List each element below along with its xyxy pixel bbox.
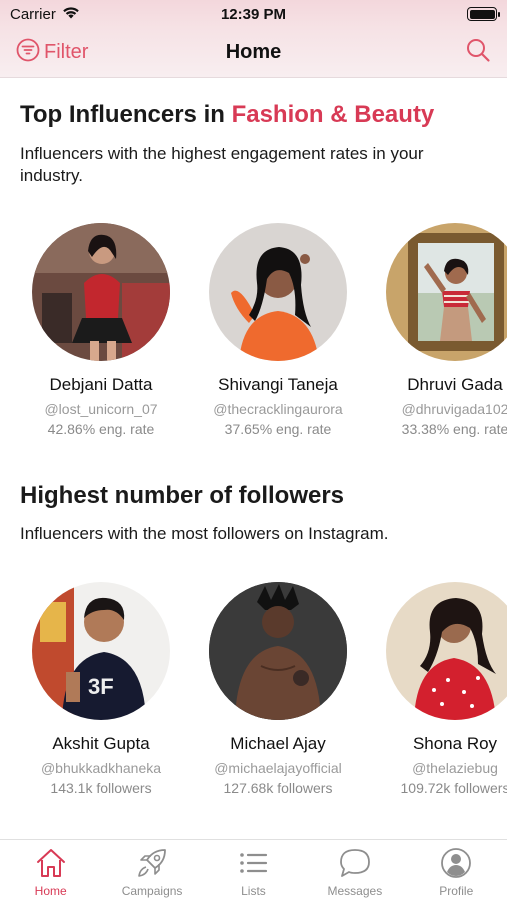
influencer-name: Akshit Gupta (52, 734, 150, 753)
influencer-name: Debjani Datta (49, 375, 153, 394)
carrier-label: Carrier (10, 5, 56, 23)
wifi-icon (62, 5, 80, 23)
influencer-handle: @michaelajayofficial (214, 760, 342, 776)
influencer-handle: @lost_unicorn_07 (44, 401, 158, 417)
influencer-card[interactable]: 3F Akshit Gupta @bhukkadkhaneka 143.1k f… (16, 582, 186, 796)
avatar (209, 582, 347, 720)
section-title-highest-followers: Highest number of followers (20, 482, 344, 510)
influencer-engagement-rate: 42.86% eng. rate (47, 421, 155, 437)
influencer-handle: @thecracklingaurora (213, 401, 343, 417)
influencer-handle: @dhruvigada102 (401, 401, 507, 417)
search-icon (465, 37, 491, 68)
influencer-card[interactable]: Dhruvi Gada @dhruvigada102 33.38% eng. r… (370, 223, 507, 437)
home-feed[interactable]: Top Influencers in Fashion & Beauty Infl… (0, 79, 507, 839)
influencer-card[interactable]: Debjani Datta @lost_unicorn_07 42.86% en… (16, 223, 186, 437)
influencer-follower-count: 127.68k followers (223, 780, 333, 796)
status-left: Carrier (10, 5, 80, 23)
avatar (32, 223, 170, 361)
status-bar: Carrier 12:39 PM (0, 0, 507, 28)
nav-bar: Filter Home (0, 28, 507, 78)
search-button[interactable] (465, 37, 491, 68)
filter-label: Filter (44, 41, 89, 63)
influencer-engagement-rate: 33.38% eng. rate (401, 421, 507, 437)
battery-icon (467, 7, 500, 21)
influencer-name: Shona Roy (412, 734, 498, 753)
section-title-prefix: Top Influencers in (20, 101, 232, 128)
tab-profile[interactable]: Profile (406, 846, 507, 898)
tab-messages[interactable]: Messages (304, 846, 405, 898)
influencer-handle: @thelaziebug (412, 760, 498, 776)
tab-label: Campaigns (121, 884, 183, 898)
section-title-prefix: Highest number of followers (20, 482, 345, 509)
influencer-handle: @bhukkadkhaneka (40, 760, 162, 776)
influencer-card[interactable]: Shona Roy @thelaziebug 109.72k followers (370, 582, 507, 796)
carousel-top-influencers[interactable]: Debjani Datta @lost_unicorn_07 42.86% en… (0, 223, 507, 463)
tab-home[interactable]: Home (0, 846, 101, 898)
tab-label: Lists (241, 884, 266, 898)
list-icon (236, 846, 270, 880)
influencer-follower-count: 143.1k followers (50, 780, 152, 796)
filter-button[interactable]: Filter (16, 38, 88, 68)
tab-label: Home (34, 884, 67, 898)
avatar (386, 582, 507, 720)
influencer-card[interactable]: Michael Ajay @michaelajayofficial 127.68… (193, 582, 363, 796)
influencer-name: Shivangi Taneja (218, 375, 338, 394)
avatar (209, 223, 347, 361)
influencer-card[interactable]: Shivangi Taneja @thecracklingaurora 37.6… (193, 223, 363, 437)
influencer-follower-count: 109.72k followers (400, 780, 507, 796)
filter-icon (16, 38, 40, 68)
tab-label: Messages (327, 884, 383, 898)
section-title-accent: Fashion & Beauty (231, 101, 435, 128)
influencer-name: Dhruvi Gada (407, 375, 503, 394)
avatar: 3F (32, 582, 170, 720)
tab-label: Profile (439, 884, 474, 898)
avatar (386, 223, 507, 361)
svg-text:3F: 3F (88, 674, 114, 699)
carousel-highest-followers[interactable]: 3F Akshit Gupta @bhukkadkhaneka 143.1k f… (0, 582, 507, 822)
tab-lists[interactable]: Lists (203, 846, 304, 898)
tab-campaigns[interactable]: Campaigns (102, 846, 203, 898)
section-subtitle-top-influencers: Influencers with the highest engagement … (20, 144, 424, 185)
section-title-top-influencers: Top Influencers in Fashion & Beauty (20, 101, 434, 129)
tab-bar: Home Campaigns Lists Messages Profile (0, 839, 507, 900)
influencer-engagement-rate: 37.65% eng. rate (224, 421, 332, 437)
user-circle-icon (439, 846, 473, 880)
rocket-icon (135, 846, 169, 880)
influencer-name: Michael Ajay (230, 734, 326, 753)
home-icon (34, 846, 68, 880)
section-subtitle-highest-followers: Influencers with the most followers on I… (20, 524, 389, 543)
chat-bubble-icon (338, 846, 372, 880)
